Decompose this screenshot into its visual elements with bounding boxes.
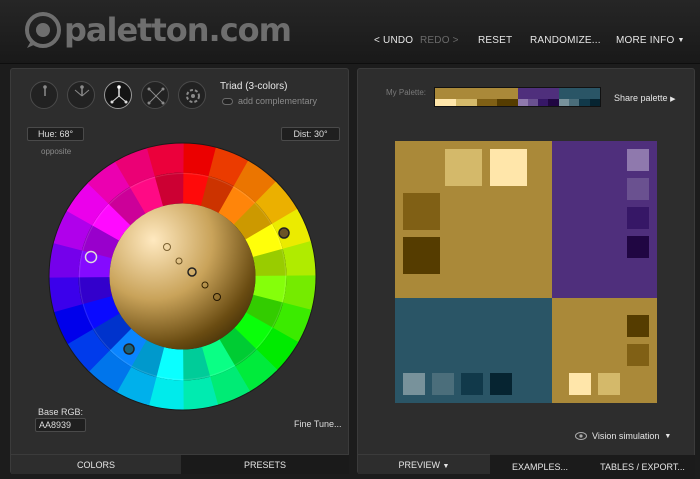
top-bar: paletton.com < UNDO REDO > RESET RANDOMI… <box>0 0 700 64</box>
tab-preview[interactable]: PREVIEW ▼ <box>358 454 490 474</box>
swatch <box>435 98 456 106</box>
vision-simulation-label: Vision simulation <box>592 431 660 441</box>
swatch <box>548 98 559 106</box>
color-wheel[interactable] <box>47 141 318 412</box>
tab-examples[interactable]: EXAMPLES... <box>490 455 590 479</box>
chevron-right-icon: ▶ <box>670 96 676 103</box>
toggle-switch[interactable] <box>222 97 233 105</box>
mono-scheme-button[interactable] <box>30 81 58 109</box>
fine-tune-button[interactable]: Fine Tune... <box>294 419 342 429</box>
adjacent-icon <box>74 85 90 97</box>
swatch <box>558 98 569 106</box>
swatch <box>538 98 549 106</box>
adjacent-scheme-button[interactable] <box>67 81 95 109</box>
swatch <box>445 149 482 186</box>
palette-primary-base <box>435 88 518 99</box>
my-palette-strip[interactable] <box>434 87 601 107</box>
swatch <box>490 373 512 395</box>
tab-tables-export[interactable]: TABLES / EXPORT... <box>590 455 695 479</box>
logo-text: paletton.com <box>64 11 292 49</box>
swatch <box>589 98 601 106</box>
tertiary-hue-handle[interactable] <box>123 343 135 355</box>
free-style-scheme-button[interactable] <box>178 81 206 109</box>
tetrad-scheme-button[interactable] <box>141 81 169 109</box>
more-info-menu[interactable]: MORE INFO ▼ <box>616 35 685 46</box>
swatch <box>490 149 527 186</box>
vision-simulation-menu[interactable]: Vision simulation ▼ <box>575 431 671 441</box>
swatch <box>568 98 580 106</box>
swatch <box>403 193 440 230</box>
base-rgb-label: Base RGB: <box>38 407 84 417</box>
swatch <box>569 373 591 395</box>
logo[interactable]: paletton.com <box>24 10 292 50</box>
swatch <box>627 315 649 337</box>
colors-panel: Triad (3-colors) add complementary Hue: … <box>10 68 349 474</box>
add-complementary-toggle[interactable]: add complementary <box>222 96 317 106</box>
swatch <box>518 98 529 106</box>
palette-primary-group <box>435 88 518 106</box>
my-palette-label: My Palette: <box>386 88 427 97</box>
free-style-icon <box>186 89 200 103</box>
more-info-label: MORE INFO <box>616 35 675 46</box>
chevron-down-icon: ▼ <box>664 432 672 440</box>
palette-secondary-base <box>518 88 559 99</box>
swatch <box>476 98 498 106</box>
palette-tertiary-base <box>558 88 601 99</box>
palette-tertiary-group <box>558 88 601 106</box>
color-wheel-graphic[interactable] <box>47 141 318 412</box>
undo-button[interactable]: < UNDO <box>374 35 413 46</box>
swatch <box>528 98 539 106</box>
swatch <box>432 373 454 395</box>
saturation-brightness-disc[interactable] <box>109 203 256 350</box>
randomize-button[interactable]: RANDOMIZE... <box>530 35 601 46</box>
swatch <box>627 236 649 258</box>
logo-mark-icon <box>25 12 61 48</box>
scheme-selector <box>30 81 206 109</box>
swatch <box>627 178 649 200</box>
palette-preview[interactable] <box>395 141 657 403</box>
chevron-down-icon: ▼ <box>442 463 450 470</box>
tetrad-icon <box>147 87 165 105</box>
triad-scheme-button[interactable] <box>104 81 132 109</box>
palette-panel: My Palette: Share palette ▶ Vision simul… <box>357 68 695 474</box>
swatch <box>579 98 590 106</box>
tab-preview-label: PREVIEW <box>398 460 441 470</box>
base-rgb-input[interactable]: AA8939 <box>35 418 86 432</box>
tab-presets[interactable]: PRESETS <box>181 454 349 474</box>
swatch <box>627 149 649 171</box>
redo-button[interactable]: REDO > <box>420 35 459 46</box>
reset-button[interactable]: RESET <box>478 35 512 46</box>
tab-colors[interactable]: COLORS <box>11 454 181 474</box>
swatch <box>461 373 483 395</box>
share-palette-label: Share palette <box>614 93 668 103</box>
chevron-down-icon: ▼ <box>677 37 685 44</box>
swatch <box>627 207 649 229</box>
swatch <box>455 98 477 106</box>
swatch <box>497 98 518 106</box>
eye-icon <box>575 432 587 440</box>
share-palette-button[interactable]: Share palette ▶ <box>614 93 675 103</box>
distance-field[interactable]: Dist: 30° <box>281 127 340 141</box>
mono-icon <box>43 85 47 96</box>
swatch <box>598 373 620 395</box>
hue-field[interactable]: Hue: 68° <box>27 127 84 141</box>
add-complementary-label: add complementary <box>238 96 318 106</box>
swatch <box>403 237 440 274</box>
palette-secondary-group <box>518 88 559 106</box>
primary-hue-handle[interactable] <box>278 227 290 239</box>
swatch <box>403 373 425 395</box>
scheme-title: Triad (3-colors) <box>220 81 288 92</box>
swatch <box>627 344 649 366</box>
triad-icon <box>110 85 128 104</box>
